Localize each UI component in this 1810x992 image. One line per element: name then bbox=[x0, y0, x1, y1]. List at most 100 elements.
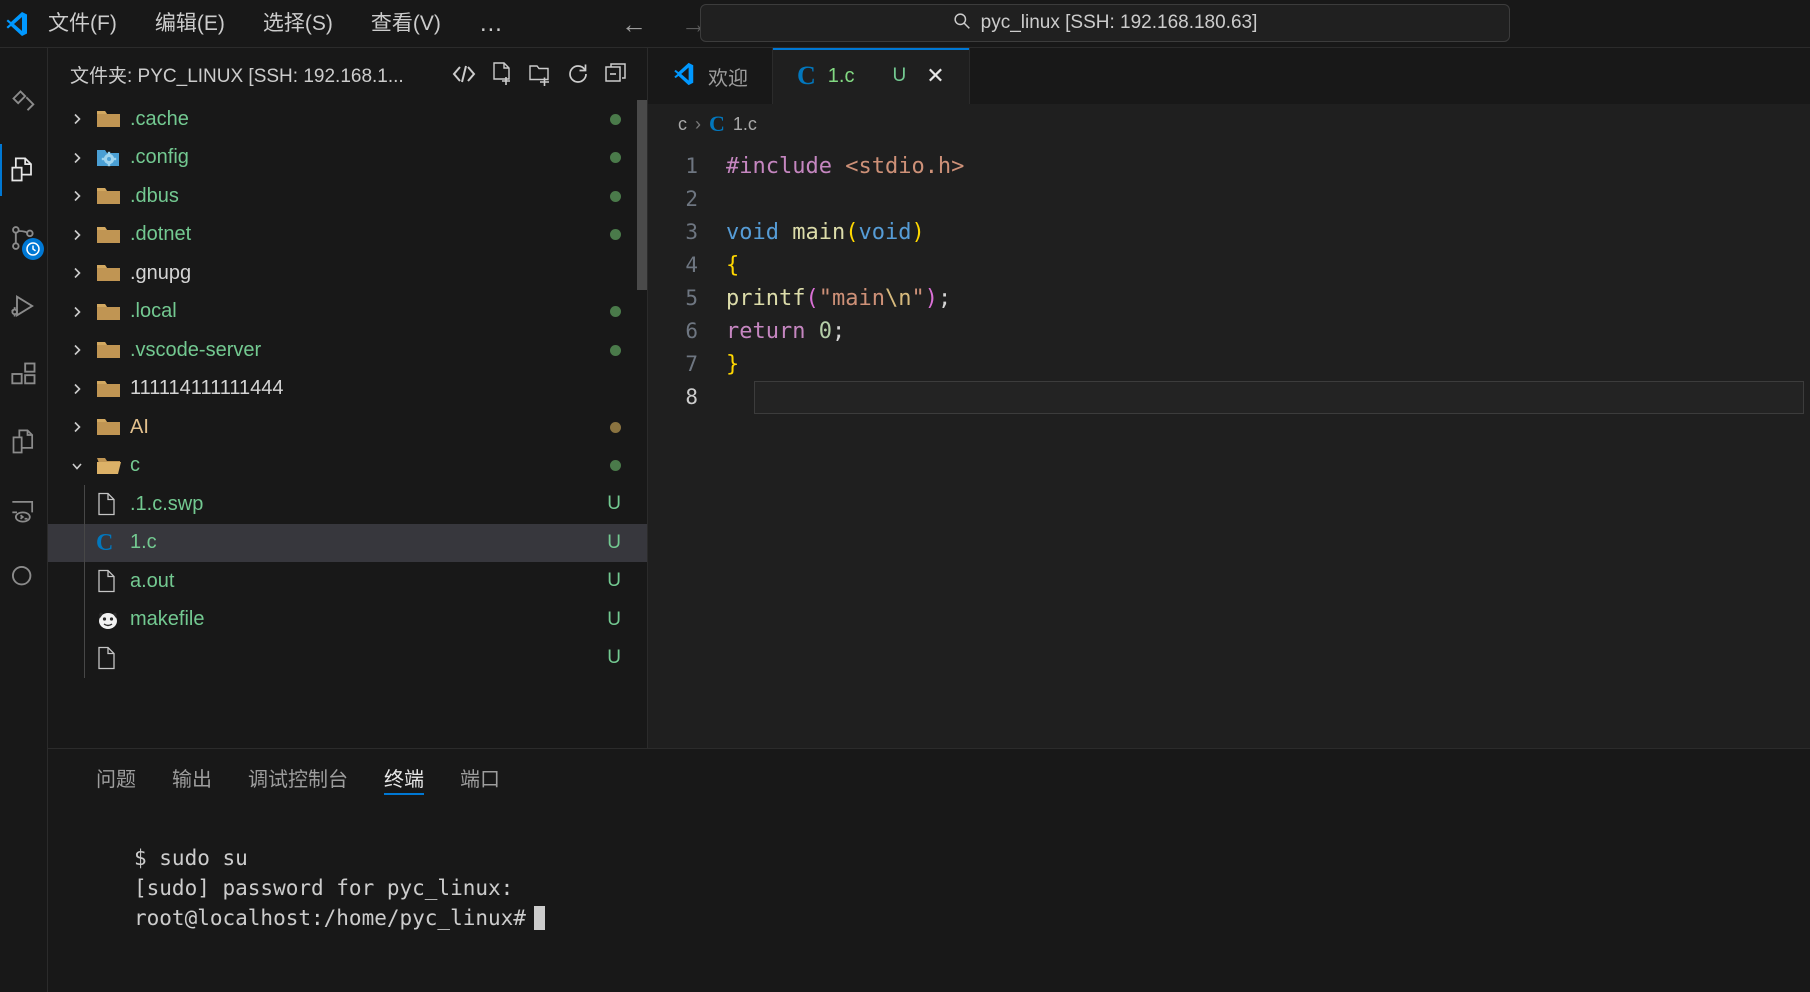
code-line[interactable]: 8 bbox=[648, 381, 1810, 414]
c-file-icon: C bbox=[709, 111, 725, 136]
tree-folder-row[interactable]: .gnupg bbox=[48, 254, 647, 293]
panel-tab-debug-console[interactable]: 调试控制台 bbox=[230, 749, 366, 805]
open-editors-icon[interactable] bbox=[0, 408, 48, 476]
git-status-dot bbox=[610, 113, 621, 125]
git-status-dot bbox=[610, 152, 621, 164]
tree-file-row[interactable]: C 1.c U bbox=[48, 523, 647, 562]
git-status-dot bbox=[610, 460, 621, 472]
terminal-output[interactable]: $ sudo su [sudo] password for pyc_linux: r… bbox=[48, 805, 1810, 933]
code-line[interactable]: 7} bbox=[648, 348, 1810, 381]
tree-item-label: .dbus bbox=[130, 184, 179, 207]
explorer-icon[interactable] bbox=[0, 136, 48, 204]
source-control-compare-icon[interactable] bbox=[445, 55, 483, 93]
line-number: 6 bbox=[685, 319, 698, 343]
tree-folder-row[interactable]: .vscode-server bbox=[48, 331, 647, 370]
panel-tab-terminal[interactable]: 终端 bbox=[366, 749, 442, 805]
tree-folder-row[interactable]: .config bbox=[48, 139, 647, 178]
git-status-badge: U bbox=[607, 608, 621, 630]
code-line-text: void main(void) bbox=[726, 220, 925, 245]
tab-welcome[interactable]: 欢迎 bbox=[648, 48, 773, 104]
folder-icon bbox=[96, 378, 130, 400]
menu-bar: 文件(F) 编辑(E) 选择(S) 查看(V) … bbox=[42, 8, 511, 40]
tree-file-row[interactable]: makefile U bbox=[48, 601, 647, 640]
explorer-header: 文件夹: PYC_LINUX [SSH: 192.168.1... bbox=[48, 48, 647, 100]
title-bar: 文件(F) 编辑(E) 选择(S) 查看(V) … ← → pyc_linux … bbox=[0, 0, 1810, 48]
chevron-right-icon[interactable] bbox=[70, 382, 96, 396]
bottom-panel: 问题 输出 调试控制台 终端 端口 $ sudo su [sudo] password f… bbox=[48, 748, 1810, 992]
c-file-icon: C bbox=[96, 529, 114, 556]
chevron-down-icon[interactable] bbox=[70, 459, 96, 473]
breadcrumb-file[interactable]: 1.c bbox=[733, 114, 757, 135]
chevron-right-icon[interactable] bbox=[70, 305, 96, 319]
menu-selection[interactable]: 选择(S) bbox=[257, 9, 339, 38]
menu-more[interactable]: … bbox=[473, 8, 511, 40]
tree-folder-row[interactable]: .dotnet bbox=[48, 216, 647, 255]
code-editor[interactable]: 1 #include <stdio.h> 2 3 void main(void) 4{5 p… bbox=[648, 144, 1810, 414]
panel-tab-output[interactable]: 输出 bbox=[154, 749, 230, 805]
tree-item-label: makefile bbox=[130, 608, 205, 631]
vscode-logo-icon bbox=[672, 62, 696, 91]
chevron-right-icon[interactable] bbox=[70, 228, 96, 242]
tree-folder-row[interactable]: .local bbox=[48, 293, 647, 332]
git-status-dot bbox=[610, 229, 621, 241]
refresh-explorer-icon[interactable] bbox=[559, 55, 597, 93]
chevron-right-icon[interactable] bbox=[70, 343, 96, 357]
tree-folder-row[interactable]: AI bbox=[48, 408, 647, 447]
menu-view[interactable]: 查看(V) bbox=[365, 9, 447, 38]
menu-edit[interactable]: 编辑(E) bbox=[149, 9, 231, 38]
collapse-folders-icon[interactable] bbox=[597, 55, 635, 93]
chevron-right-icon[interactable] bbox=[70, 151, 96, 165]
code-line[interactable]: 1 #include <stdio.h> bbox=[648, 150, 1810, 183]
panel-tab-problems[interactable]: 问题 bbox=[78, 749, 154, 805]
remote-explorer-icon[interactable] bbox=[0, 68, 48, 136]
folder-icon bbox=[96, 224, 130, 246]
code-line[interactable]: 5 printf("main\n"); bbox=[648, 282, 1810, 315]
tree-folder-row[interactable]: 111114111111444 bbox=[48, 370, 647, 409]
tree-folder-row[interactable]: .dbus bbox=[48, 177, 647, 216]
chevron-right-icon[interactable] bbox=[70, 189, 96, 203]
tab-1-c-label: 1.c bbox=[827, 64, 855, 87]
folder-icon bbox=[96, 416, 130, 438]
tree-file-row[interactable]: .1.c.swp U bbox=[48, 485, 647, 524]
line-number: 2 bbox=[685, 187, 698, 211]
chevron-right-icon[interactable] bbox=[70, 112, 96, 126]
code-line[interactable]: 2 bbox=[648, 183, 1810, 216]
remote-window-icon[interactable] bbox=[0, 476, 48, 544]
tree-folder-row[interactable]: .cache bbox=[48, 100, 647, 139]
code-line-text: } bbox=[726, 352, 740, 377]
menu-file[interactable]: 文件(F) bbox=[42, 9, 123, 38]
run-and-debug-icon[interactable] bbox=[0, 272, 48, 340]
code-line[interactable]: 4{ bbox=[648, 249, 1810, 282]
terminal-line: [sudo] password for pyc_linux: bbox=[134, 876, 514, 900]
tree-folder-row[interactable]: c bbox=[48, 447, 647, 486]
new-folder-icon[interactable] bbox=[521, 55, 559, 93]
extensions-icon[interactable] bbox=[0, 340, 48, 408]
explorer-scrollbar[interactable] bbox=[637, 100, 647, 290]
close-icon[interactable]: ✕ bbox=[926, 65, 944, 87]
tree-file-row[interactable]: U bbox=[48, 639, 647, 678]
chevron-right-icon[interactable] bbox=[70, 266, 96, 280]
code-line[interactable]: 3 void main(void) bbox=[648, 216, 1810, 249]
editor-area: 欢迎 C 1.c U ✕ c › C 1.c 1 #include <stdio.… bbox=[648, 48, 1810, 748]
git-status-dot bbox=[610, 190, 621, 202]
terminal-line: $ sudo su bbox=[134, 846, 248, 870]
code-line[interactable]: 6 return 0; bbox=[648, 315, 1810, 348]
chevron-right-icon[interactable] bbox=[70, 420, 96, 434]
line-number: 1 bbox=[685, 154, 698, 178]
new-file-icon[interactable] bbox=[483, 55, 521, 93]
folder-icon bbox=[96, 339, 130, 361]
panel-tab-ports[interactable]: 端口 bbox=[442, 749, 518, 805]
search-icon[interactable] bbox=[0, 544, 48, 612]
command-center-search[interactable]: pyc_linux [SSH: 192.168.180.63] bbox=[700, 4, 1510, 42]
navigate-back-icon[interactable]: ← bbox=[621, 11, 647, 37]
git-status-badge: U bbox=[607, 531, 621, 553]
breadcrumb-folder[interactable]: c bbox=[678, 114, 687, 135]
source-control-icon[interactable] bbox=[0, 204, 48, 272]
tree-file-row[interactable]: a.out U bbox=[48, 562, 647, 601]
tab-1-c[interactable]: C 1.c U ✕ bbox=[773, 48, 970, 104]
tree-item-label: .vscode-server bbox=[130, 338, 262, 361]
git-status-dot bbox=[610, 421, 621, 433]
file-tree[interactable]: .cache .config .dbus .dotnet .gnupg .local .vs… bbox=[48, 100, 647, 696]
git-status-dot bbox=[610, 306, 621, 318]
tree-item-label: .cache bbox=[130, 107, 189, 130]
